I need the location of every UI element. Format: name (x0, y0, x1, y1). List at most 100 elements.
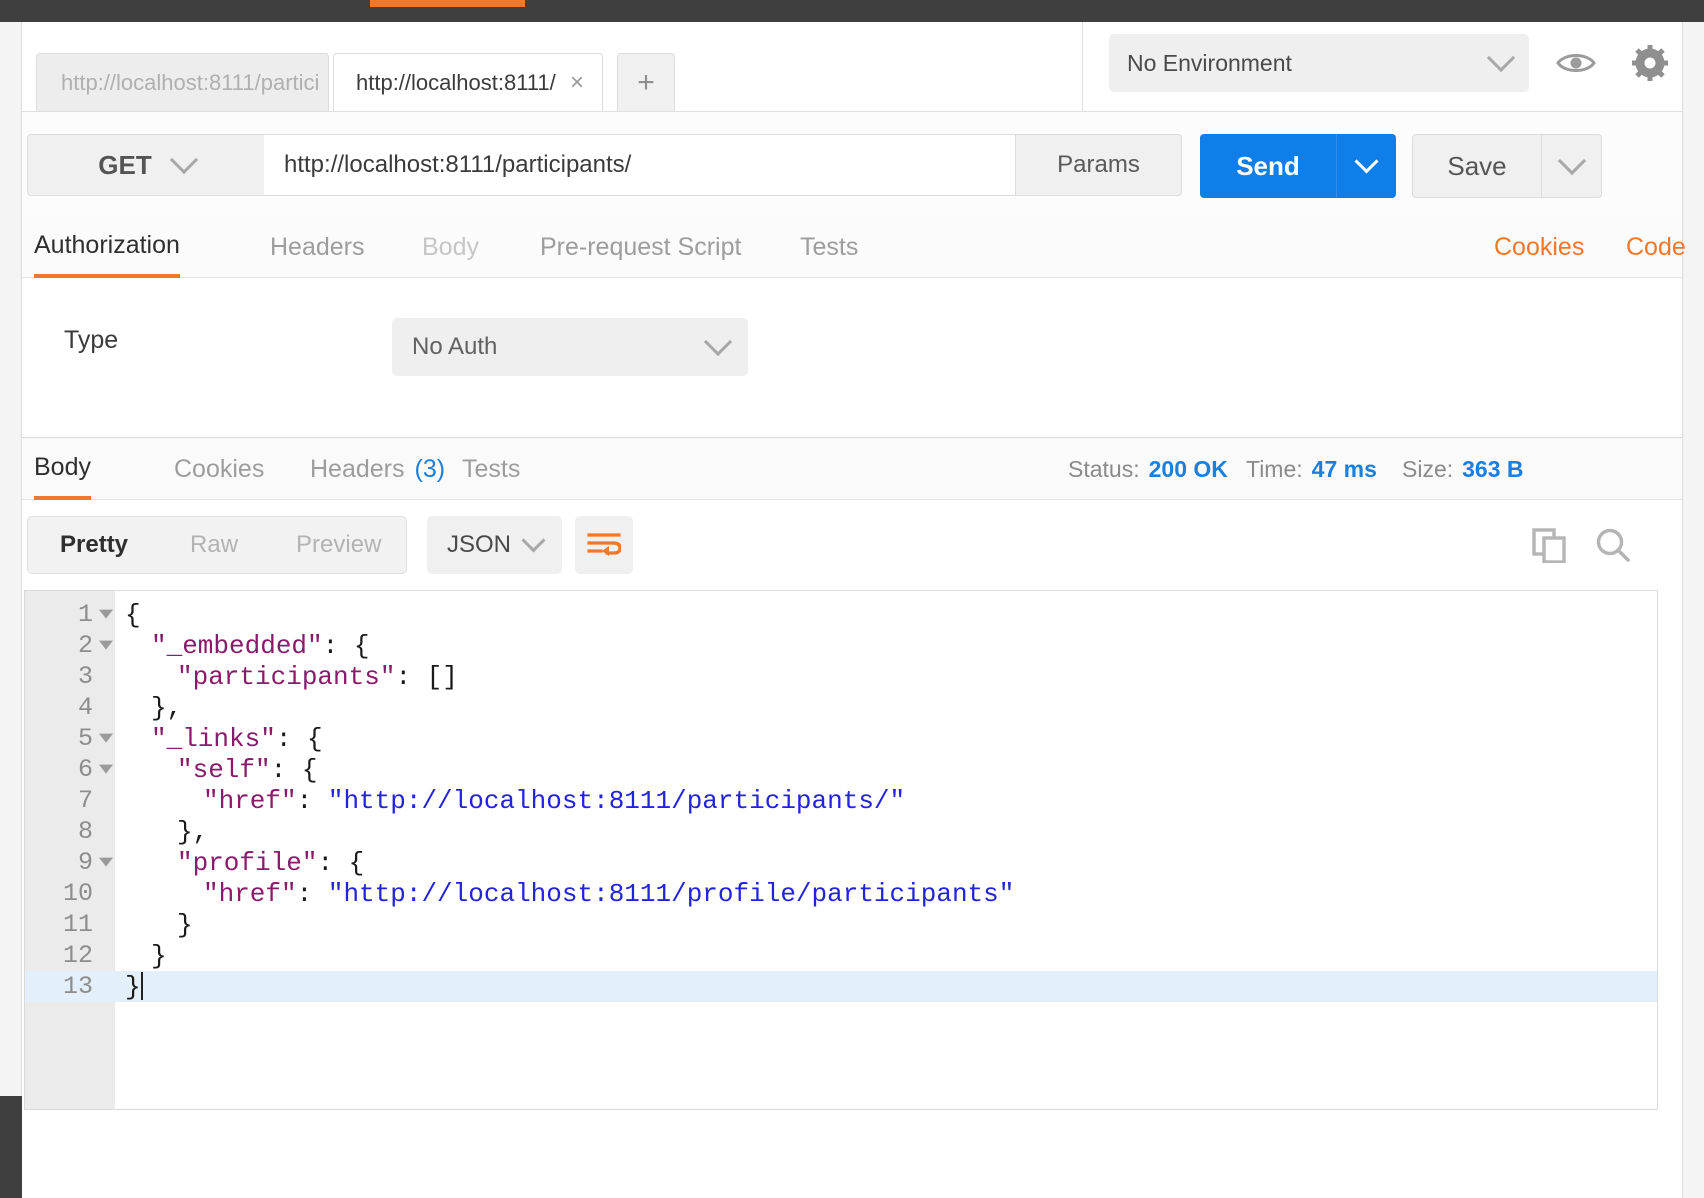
time-badge: Time: 47 ms (1246, 438, 1377, 500)
save-options-button[interactable] (1542, 134, 1602, 198)
wrap-lines-icon (587, 533, 621, 556)
chevron-down-icon (521, 527, 546, 553)
environment-select-label: No Environment (1127, 49, 1292, 76)
code-line: 10 "href": "http://localhost:8111/profile… (25, 878, 1657, 909)
left-rail (0, 22, 22, 1198)
url-input[interactable]: http://localhost:8111/participants/ (264, 134, 1016, 196)
code-text: }, (177, 816, 209, 847)
tab-headers[interactable]: Headers (270, 216, 365, 278)
request-tab-active-label: http://localhost:8111/ (356, 69, 556, 95)
request-tab-inactive-label: http://localhost:8111/partici (61, 69, 320, 95)
params-button[interactable]: Params (1016, 134, 1182, 196)
line-number: 6 (77, 755, 93, 784)
tab-tests-label: Tests (800, 232, 859, 261)
code-line: 3 "participants": [] (25, 661, 1657, 692)
editor-code-area[interactable]: 1{2 "_embedded": {3 "participants": [] 4}, 5… (25, 591, 1657, 1109)
response-tab-headers[interactable]: Headers (3) (310, 438, 445, 500)
size-value: 363 B (1462, 455, 1524, 482)
add-tab-button[interactable]: + (617, 53, 675, 111)
response-tab-headers-label: Headers (310, 454, 405, 483)
response-tab-cookies[interactable]: Cookies (174, 438, 264, 500)
tab-authorization[interactable]: Authorization (34, 216, 180, 278)
code-line: 11} (25, 909, 1657, 940)
fold-arrow-icon[interactable] (99, 733, 113, 743)
view-mode-preview[interactable]: Preview (296, 517, 381, 573)
chevron-down-icon (1557, 146, 1586, 176)
tab-pre-request-script[interactable]: Pre-request Script (540, 216, 741, 278)
wrap-lines-button[interactable] (575, 516, 633, 574)
line-number: 9 (77, 848, 93, 877)
line-number: 13 (62, 972, 93, 1001)
chevron-down-icon (1486, 43, 1516, 73)
response-section: Body Cookies Headers (3) Tests Status: 2… (22, 438, 1682, 500)
tab-body[interactable]: Body (422, 216, 479, 278)
response-body-editor[interactable]: 1{2 "_embedded": {3 "participants": [] 4}, 5… (24, 590, 1658, 1110)
settings-button[interactable] (1617, 34, 1683, 92)
cookies-link-label: Cookies (1494, 232, 1585, 261)
view-mode-pretty[interactable]: Pretty (60, 517, 128, 573)
code-text: } (125, 971, 143, 1002)
tab-body-label: Body (422, 232, 479, 261)
code-text: "href": "http://localhost:8111/participa… (203, 785, 906, 816)
fold-arrow-icon[interactable] (99, 640, 113, 650)
code-link-label: Code (1626, 232, 1686, 261)
view-mode-raw[interactable]: Raw (190, 517, 238, 573)
fold-arrow-icon[interactable] (99, 609, 113, 619)
body-format-select[interactable]: JSON (427, 516, 562, 574)
copy-body-button[interactable] (1520, 516, 1578, 574)
fold-arrow-icon[interactable] (99, 857, 113, 867)
environment-select[interactable]: No Environment (1109, 34, 1529, 92)
cookies-link[interactable]: Cookies (1494, 216, 1584, 278)
line-number: 11 (62, 910, 93, 939)
titlebar-accent (370, 0, 525, 7)
send-button[interactable]: Send (1200, 134, 1336, 198)
status-label: Status: (1068, 455, 1140, 482)
eye-icon (1556, 54, 1596, 72)
search-icon (1596, 528, 1630, 562)
gear-icon (1632, 45, 1668, 81)
time-value: 47 ms (1311, 455, 1377, 482)
line-number: 8 (77, 817, 93, 846)
code-text: "self": { (177, 754, 318, 785)
plus-icon: + (637, 65, 655, 99)
view-mode-segmented-control: Pretty Raw Preview (27, 516, 407, 574)
line-number: 1 (77, 600, 93, 629)
chevron-down-icon (169, 145, 198, 175)
code-link[interactable]: Code (1626, 216, 1686, 278)
tab-authorization-label: Authorization (34, 230, 180, 259)
request-tab-strip: http://localhost:8111/partici http://loc… (22, 22, 1082, 112)
save-button-label: Save (1447, 150, 1507, 181)
chevron-down-icon (1354, 148, 1379, 174)
copy-icon (1532, 528, 1566, 563)
auth-type-select[interactable]: No Auth (392, 318, 748, 376)
line-number: 4 (77, 693, 93, 722)
response-tab-body[interactable]: Body (34, 438, 91, 500)
http-method-select[interactable]: GET (27, 134, 265, 196)
code-text: "profile": { (177, 847, 365, 878)
response-tab-tests[interactable]: Tests (462, 438, 520, 500)
window-titlebar (0, 0, 1704, 22)
response-tabs-row: Body Cookies Headers (3) Tests Status: 2… (22, 438, 1682, 500)
line-number: 7 (77, 786, 93, 815)
environment-quick-look-button[interactable] (1543, 34, 1609, 92)
response-tab-body-label: Body (34, 452, 91, 481)
bottom-strip (22, 1188, 1682, 1198)
send-button-label: Send (1236, 150, 1300, 181)
close-icon[interactable]: × (570, 70, 584, 95)
search-body-button[interactable] (1584, 516, 1642, 574)
code-line: 5 "_links": { (25, 723, 1657, 754)
code-text: "_links": { (151, 723, 323, 754)
request-tab-active[interactable]: http://localhost:8111/ × (333, 53, 603, 111)
request-tab-inactive[interactable]: http://localhost:8111/partici (36, 53, 329, 111)
fold-arrow-icon[interactable] (99, 764, 113, 774)
code-text: { (125, 599, 141, 630)
tab-tests[interactable]: Tests (800, 216, 858, 278)
bottom-left-corner (0, 1096, 22, 1198)
code-text: "href": "http://localhost:8111/profile/p… (203, 878, 1015, 909)
line-number: 10 (62, 879, 93, 908)
response-tab-cookies-label: Cookies (174, 454, 265, 483)
right-rail (1682, 22, 1704, 1198)
save-button[interactable]: Save (1412, 134, 1542, 198)
tab-pre-request-script-label: Pre-request Script (540, 232, 742, 261)
send-options-button[interactable] (1336, 134, 1396, 198)
